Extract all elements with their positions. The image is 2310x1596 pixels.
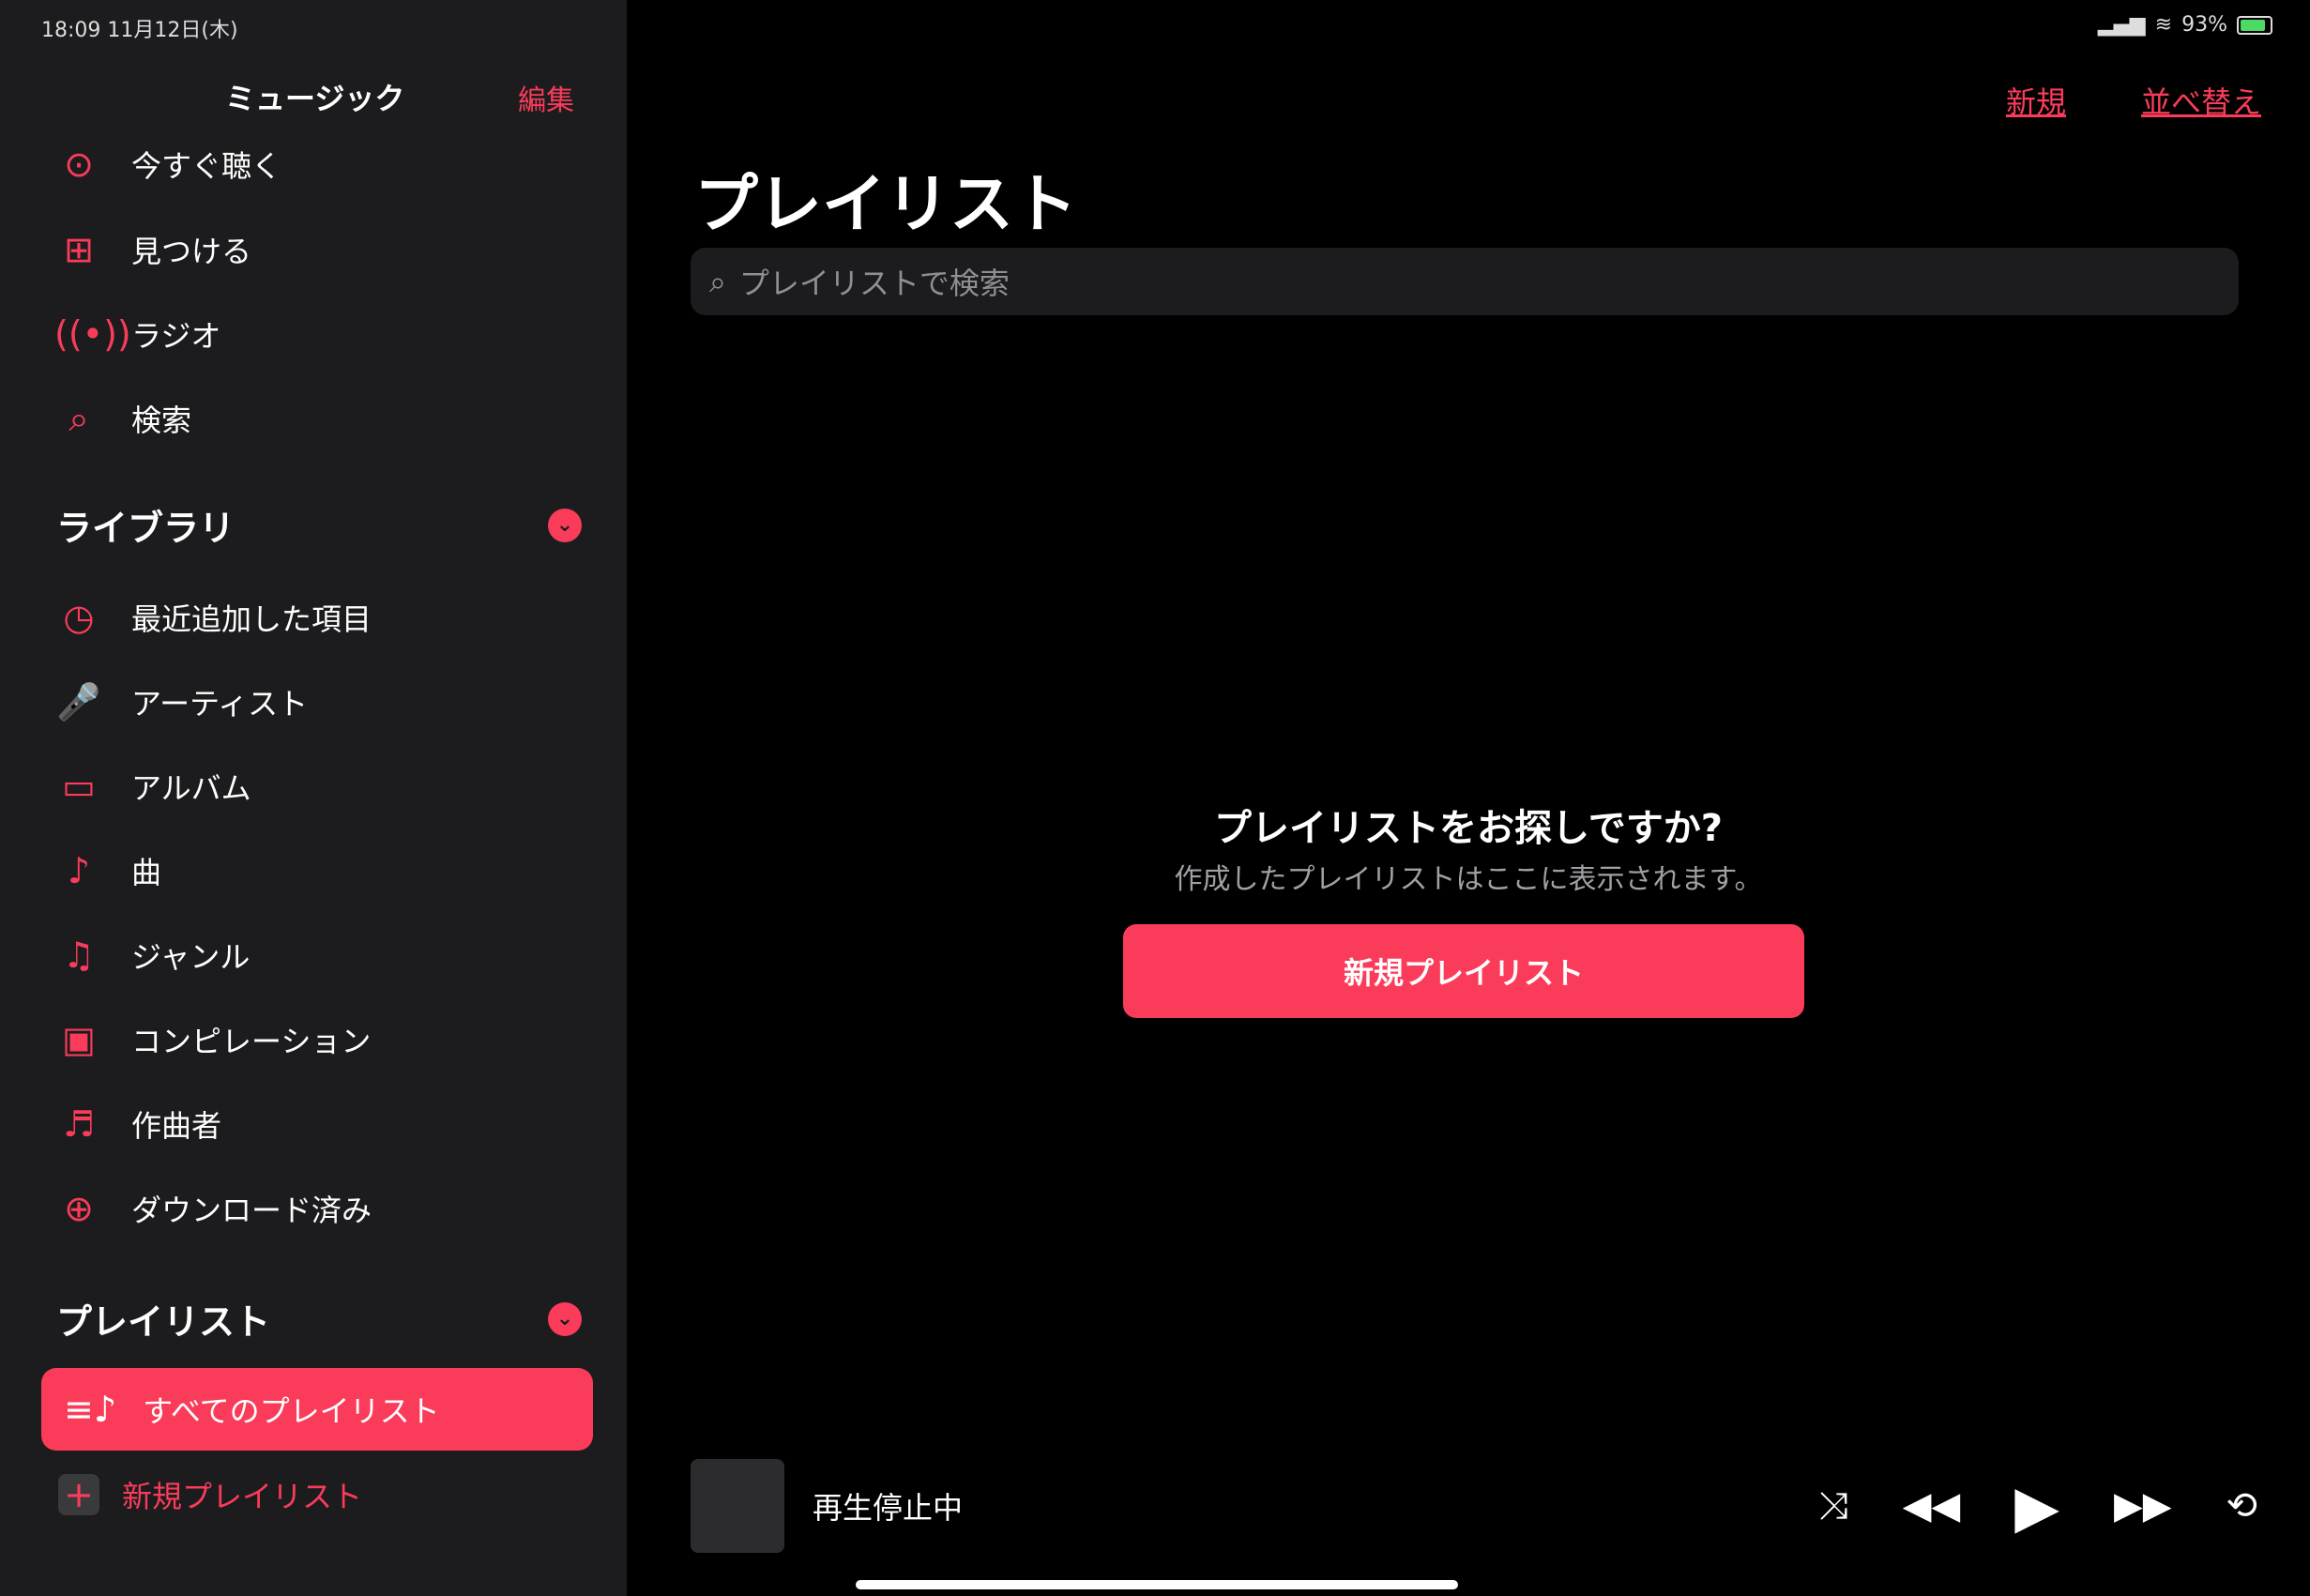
sidebar-item-browse[interactable]: ⊞ 見つける: [54, 221, 580, 278]
sidebar-item-downloaded[interactable]: ⊕ ダウンロード済み: [54, 1180, 580, 1237]
search-input[interactable]: ⌕ プレイリストで検索: [691, 248, 2239, 315]
sidebar-item-compilations[interactable]: ▣ コンピレーション: [54, 1011, 580, 1068]
sidebar-item-genres[interactable]: ♫ ジャンル: [54, 927, 580, 983]
sidebar-item-songs[interactable]: ♪ 曲: [54, 843, 580, 899]
playlists-section-header[interactable]: プレイリスト ⌄: [56, 1293, 582, 1345]
download-icon: ⊕: [64, 1188, 94, 1229]
compilation-icon: ▣: [62, 1019, 96, 1060]
sidebar-item-all-playlists[interactable]: ≡♪ すべてのプレイリスト: [41, 1368, 593, 1451]
grid-icon: ⊞: [64, 229, 94, 270]
library-section-header[interactable]: ライブラリ ⌄: [56, 499, 582, 551]
genre-icon: ♫: [62, 935, 96, 976]
sort-button[interactable]: 並べ替え: [2141, 79, 2261, 122]
sidebar-title: ミュージック: [225, 81, 405, 116]
status-time-date: 18:09 11月12日(木): [41, 19, 238, 42]
status-indicators: ▂▄▆ ≋ 93%: [2098, 13, 2272, 37]
plus-icon: +: [58, 1474, 99, 1515]
search-icon: ⌕: [68, 398, 89, 439]
page-title: プレイリスト: [694, 168, 1078, 242]
play-icon[interactable]: ▶: [2014, 1472, 2059, 1541]
sidebar-item-listen-now[interactable]: ⊙ 今すぐ聴く: [54, 136, 580, 192]
play-circle-icon: ⊙: [64, 144, 94, 185]
mini-player[interactable]: 再生停止中 ⤨ ◀◀ ▶ ▶▶ ⟲: [627, 1445, 2310, 1567]
chevron-down-icon[interactable]: ⌄: [548, 508, 582, 542]
search-placeholder: プレイリストで検索: [738, 266, 1010, 301]
battery-icon: [2237, 15, 2272, 35]
home-indicator[interactable]: [856, 1580, 1458, 1589]
sidebar-new-playlist[interactable]: + 新規プレイリスト: [58, 1473, 362, 1516]
empty-state-subtitle: 作成したプレイリストはここに表示されます。: [1174, 863, 1763, 896]
sidebar-item-albums[interactable]: ▭ アルバム: [54, 758, 580, 814]
player-controls: ⤨ ◀◀ ▶ ▶▶ ⟲: [1818, 1472, 2257, 1541]
now-playing-status: 再生停止中: [813, 1490, 964, 1526]
sidebar-item-radio[interactable]: ((•)) ラジオ: [54, 306, 580, 362]
sidebar: 18:09 11月12日(木) ミュージック 編集 ⊙ 今すぐ聴く ⊞ 見つける…: [0, 0, 627, 1596]
clock-icon: ◷: [63, 597, 95, 638]
sidebar-item-artists[interactable]: 🎤 アーティスト: [54, 674, 580, 730]
search-icon: ⌕: [709, 263, 726, 299]
microphone-icon: 🎤: [56, 681, 101, 722]
new-button[interactable]: 新規: [2006, 79, 2066, 122]
chevron-down-icon[interactable]: ⌄: [548, 1301, 582, 1336]
new-playlist-button[interactable]: 新規プレイリスト: [1123, 924, 1804, 1018]
shuffle-icon[interactable]: ⤨: [1818, 1484, 1848, 1528]
rewind-icon[interactable]: ◀◀: [1903, 1484, 1961, 1528]
album-artwork[interactable]: [691, 1459, 784, 1553]
empty-state-title: プレイリストをお探しですか?: [1213, 807, 1723, 850]
wifi-icon: ≋: [2154, 13, 2173, 37]
music-note-icon: ♪: [67, 850, 91, 891]
fast-forward-icon[interactable]: ▶▶: [2114, 1484, 2172, 1528]
composer-icon: ♬: [62, 1103, 96, 1145]
repeat-icon[interactable]: ⟲: [2226, 1484, 2257, 1528]
sidebar-item-search[interactable]: ⌕ 検索: [54, 390, 580, 447]
sidebar-item-composers[interactable]: ♬ 作曲者: [54, 1096, 580, 1152]
radio-icon: ((•)): [54, 313, 131, 355]
playlist-icon: ≡♪: [64, 1389, 117, 1430]
signal-icon: ▂▄▆: [2097, 13, 2146, 37]
edit-button[interactable]: 編集: [518, 77, 574, 118]
album-icon: ▭: [62, 766, 96, 807]
sidebar-item-recently-added[interactable]: ◷ 最近追加した項目: [54, 589, 580, 646]
